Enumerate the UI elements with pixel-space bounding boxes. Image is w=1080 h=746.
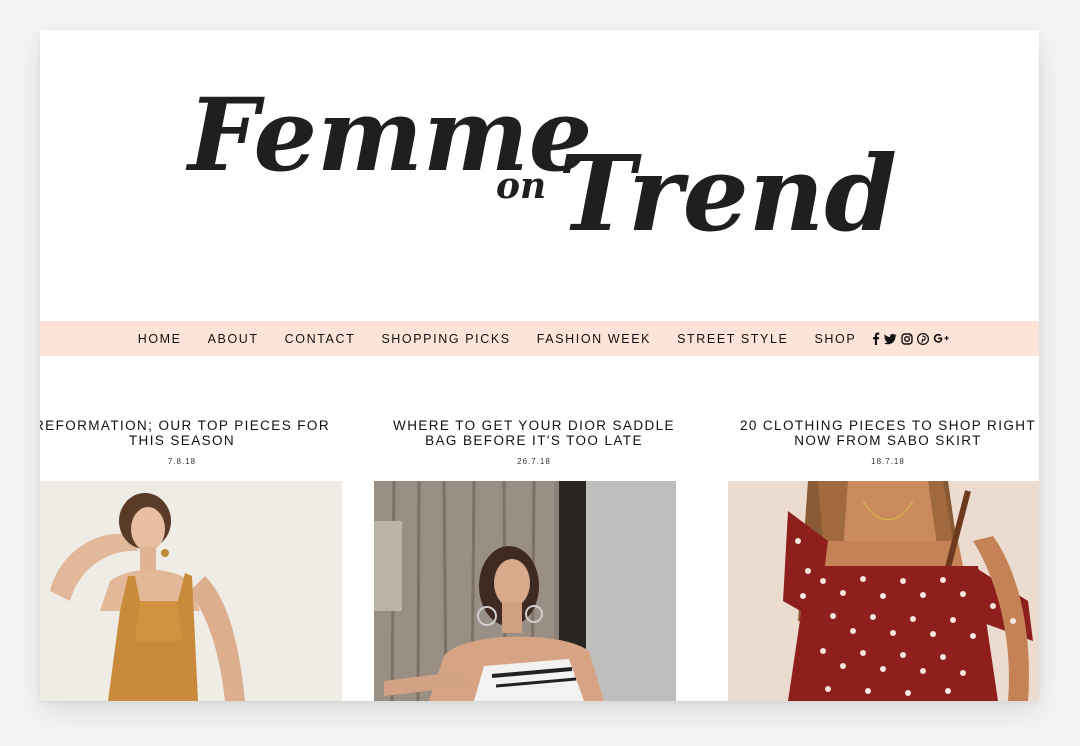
nav-shop[interactable]: SHOP [814,332,856,346]
post-title-2[interactable]: WHERE TO GET YOUR DIOR SADDLE BAG BEFORE… [379,418,689,448]
nav-contact[interactable]: CONTACT [285,332,356,346]
nav-home[interactable]: HOME [138,332,182,346]
post-title-3[interactable]: 20 CLOTHING PIECES TO SHOP RIGHT NOW FRO… [733,418,1039,448]
browser-page: Femme on Trend HOME ABOUT CONTACT SHOPPI… [40,30,1039,701]
social-links [871,332,954,345]
pinterest-icon[interactable] [917,332,930,345]
site-logo[interactable]: Femme on Trend [40,30,1039,322]
main-navigation: HOME ABOUT CONTACT SHOPPING PICKS FASHIO… [40,321,1039,356]
logo-word-trend: Trend [558,132,897,255]
post-date-2: 26.7.18 [517,457,551,466]
post-image-3[interactable] [728,481,1039,701]
facebook-icon[interactable] [871,332,880,345]
nav-about[interactable]: ABOUT [208,332,259,346]
logo-word-on: on [496,165,546,207]
nav-fashion-week[interactable]: FASHION WEEK [537,332,651,346]
nav-street-style[interactable]: STREET STYLE [677,332,788,346]
twitter-icon[interactable] [884,333,897,345]
post-date-3: 18.7.18 [871,457,905,466]
post-image-1[interactable] [40,481,342,701]
nav-shopping-picks[interactable]: SHOPPING PICKS [381,332,510,346]
site-header: Femme on Trend [40,30,1039,322]
post-image-2[interactable] [374,481,676,701]
google-plus-icon[interactable] [933,333,950,344]
instagram-icon[interactable] [901,332,913,345]
post-date-1: 7.8.18 [167,457,197,466]
post-title-1[interactable]: REFORMATION; OUR TOP PIECES FOR THIS SEA… [40,418,337,448]
